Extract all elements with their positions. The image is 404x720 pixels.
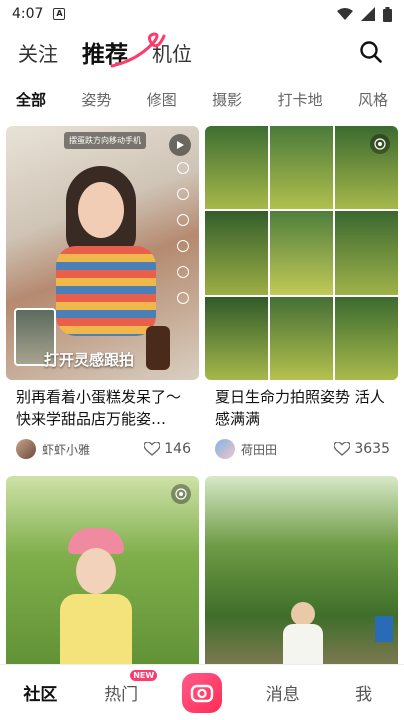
search-button[interactable] bbox=[356, 37, 386, 67]
like-count: 146 bbox=[164, 441, 191, 457]
tool-icon bbox=[177, 292, 189, 304]
tool-icon bbox=[177, 266, 189, 278]
signal-icon bbox=[361, 7, 375, 21]
card-title[interactable]: 夏日生命力拍照姿势 活人感满满 bbox=[205, 380, 398, 432]
tool-icon bbox=[177, 214, 189, 226]
bottom-nav: 社区 热门 NEW 消息 我 bbox=[0, 664, 404, 720]
play-icon bbox=[177, 141, 184, 149]
feed-card[interactable] bbox=[6, 476, 199, 664]
category-checkin-spot[interactable]: 打卡地 bbox=[278, 89, 323, 110]
camera-button[interactable] bbox=[181, 672, 222, 713]
author-name[interactable]: 荷田田 bbox=[241, 441, 277, 458]
inspiration-follow-label[interactable]: 打开灵感跟拍 bbox=[44, 349, 134, 370]
top-nav: 关注 推荐 机位 bbox=[0, 28, 404, 76]
photo-person-dress bbox=[283, 624, 323, 664]
like-button[interactable]: 146 bbox=[144, 441, 191, 457]
photo-bottle bbox=[146, 326, 170, 370]
photo-sign bbox=[375, 616, 393, 642]
tab-following[interactable]: 关注 bbox=[18, 38, 58, 67]
category-style[interactable]: 风格 bbox=[358, 89, 388, 110]
category-all[interactable]: 全部 bbox=[16, 89, 46, 110]
category-pose[interactable]: 姿势 bbox=[81, 89, 111, 110]
feed-card[interactable]: 夏日生命力拍照姿势 活人感满满 荷田田 3635 bbox=[205, 126, 398, 460]
nav-camera[interactable] bbox=[172, 672, 232, 713]
tab-recommended[interactable]: 推荐 bbox=[82, 35, 128, 69]
camera-side-tools bbox=[173, 162, 193, 304]
feed: 摆蛋跌方向移动手机 打开灵感跟拍 别再看着小蛋糕发呆了～快来学甜品店万能姿… 虾… bbox=[0, 126, 404, 664]
tool-icon bbox=[177, 188, 189, 200]
battery-icon bbox=[383, 6, 392, 22]
photo-person-top bbox=[56, 246, 156, 336]
status-time: 4:07 bbox=[12, 6, 44, 22]
photo-person-face bbox=[291, 602, 315, 626]
like-count: 3635 bbox=[354, 441, 390, 457]
card-image[interactable] bbox=[205, 126, 398, 380]
guide-banner: 摆蛋跌方向移动手机 bbox=[64, 132, 146, 149]
category-retouch[interactable]: 修图 bbox=[147, 89, 177, 110]
heart-icon bbox=[334, 442, 351, 456]
nav-hot[interactable]: 热门 NEW bbox=[91, 670, 158, 705]
category-tabs: 全部 姿势 修图 摄影 打卡地 风格 bbox=[0, 84, 404, 114]
card-meta: 虾虾小雅 146 bbox=[6, 432, 199, 460]
feed-card[interactable] bbox=[205, 476, 398, 664]
avatar[interactable] bbox=[215, 439, 235, 459]
heart-icon bbox=[144, 442, 161, 456]
status-bar: 4:07 A bbox=[0, 0, 404, 28]
nav-hot-label: 热门 bbox=[104, 685, 139, 705]
card-image[interactable]: 摆蛋跌方向移动手机 打开灵感跟拍 bbox=[6, 126, 199, 380]
card-image[interactable] bbox=[205, 476, 398, 664]
photo-person-face bbox=[76, 548, 116, 594]
author-name[interactable]: 虾虾小雅 bbox=[42, 441, 90, 458]
tool-icon bbox=[177, 162, 189, 174]
card-meta: 荷田田 3635 bbox=[205, 432, 398, 460]
tab-spots[interactable]: 机位 bbox=[152, 38, 192, 67]
avatar[interactable] bbox=[16, 439, 36, 459]
play-button[interactable] bbox=[169, 134, 191, 156]
nav-community[interactable]: 社区 bbox=[10, 680, 70, 705]
photo-person-face bbox=[78, 182, 124, 238]
lens-icon[interactable] bbox=[370, 134, 390, 154]
like-button[interactable]: 3635 bbox=[334, 441, 390, 457]
new-badge: NEW bbox=[130, 670, 158, 681]
photo-person-top bbox=[60, 594, 132, 664]
lens-icon[interactable] bbox=[171, 484, 191, 504]
category-photography[interactable]: 摄影 bbox=[212, 89, 242, 110]
tool-icon bbox=[177, 240, 189, 252]
status-icons bbox=[337, 6, 392, 22]
wifi-icon bbox=[337, 8, 353, 20]
card-title[interactable]: 别再看着小蛋糕发呆了～快来学甜品店万能姿… bbox=[6, 380, 199, 432]
nav-messages[interactable]: 消息 bbox=[253, 680, 313, 705]
card-image[interactable] bbox=[6, 476, 199, 664]
search-icon bbox=[360, 41, 382, 63]
camera-icon bbox=[190, 684, 214, 702]
app-notification-icon: A bbox=[53, 8, 66, 20]
photo-grid bbox=[205, 126, 398, 380]
nav-me[interactable]: 我 bbox=[334, 680, 394, 705]
feed-card[interactable]: 摆蛋跌方向移动手机 打开灵感跟拍 别再看着小蛋糕发呆了～快来学甜品店万能姿… 虾… bbox=[6, 126, 199, 460]
